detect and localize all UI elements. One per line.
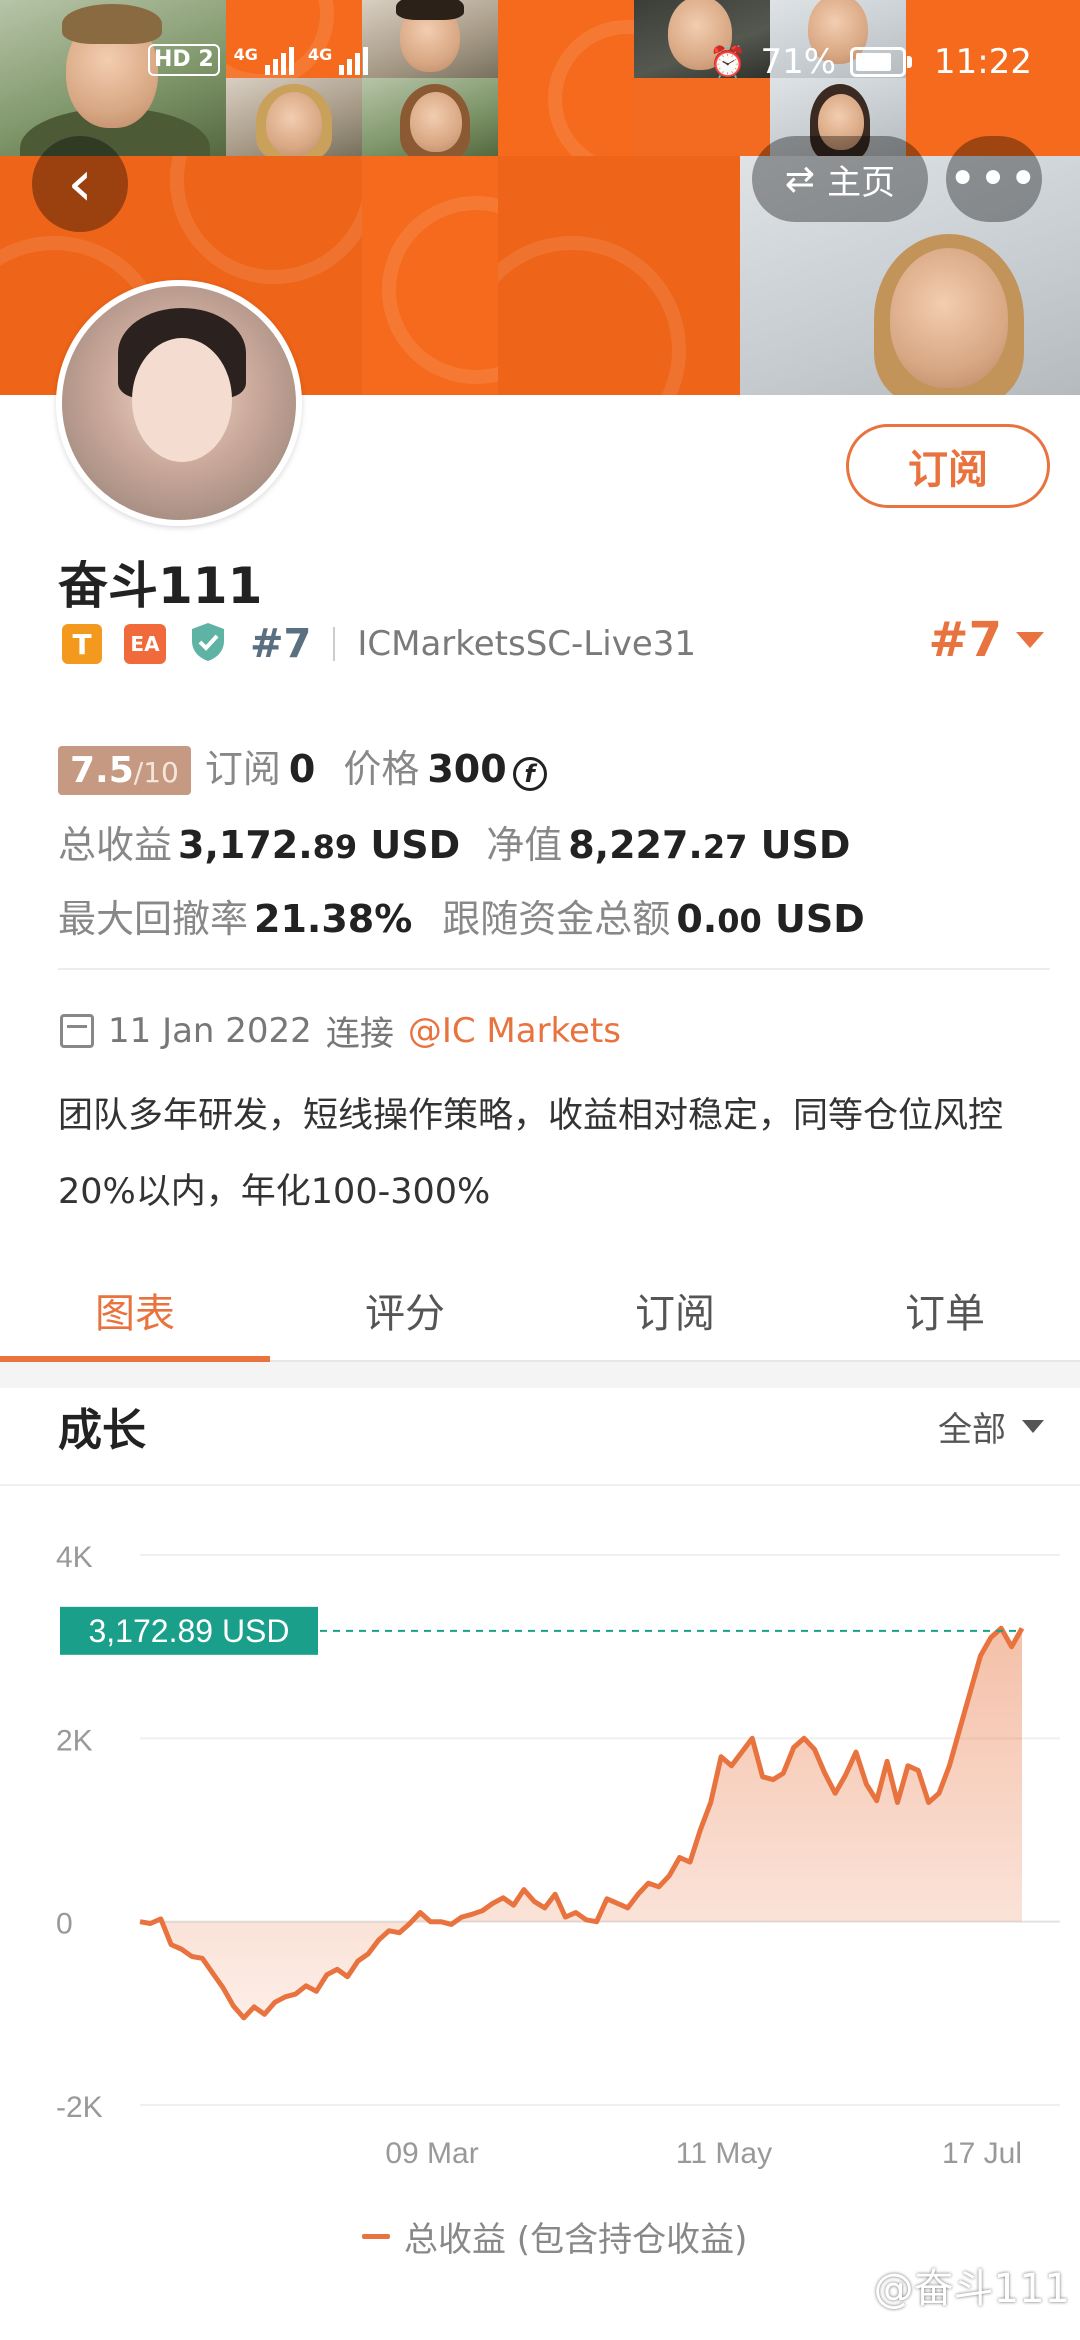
- total-profit-label: 总收益: [58, 823, 173, 867]
- x-tick-label: 17 Jul: [942, 2137, 1022, 2170]
- more-button[interactable]: •••: [946, 136, 1042, 222]
- divider: [0, 1484, 1080, 1486]
- tab-subscription[interactable]: 订阅: [540, 1260, 810, 1360]
- tab-bar: 图表 评分 订阅 订单: [0, 1260, 1080, 1362]
- badge-row: T EA #7 ICMarketsSC-Live31: [62, 621, 696, 667]
- subscribe-button[interactable]: 订阅: [846, 424, 1050, 508]
- legend-swatch: [362, 2234, 390, 2239]
- caret-down-icon: [1022, 1420, 1044, 1433]
- connect-label: 连接: [325, 1014, 394, 1054]
- current-value-label: 3,172.89 USD: [88, 1613, 289, 1649]
- hd-indicator: HD 2: [148, 44, 220, 76]
- home-button[interactable]: ⇄ 主页: [752, 136, 928, 222]
- subscribe-count: 0: [288, 747, 316, 791]
- follow-funds-value: 0.00 USD: [676, 897, 865, 941]
- avatar[interactable]: [56, 280, 302, 526]
- divider: [58, 968, 1050, 970]
- shield-check-icon: [188, 621, 228, 667]
- connection-meta: 11 Jan 2022 连接 @IC Markets: [60, 1006, 621, 1055]
- tab-orders[interactable]: 订单: [810, 1260, 1080, 1360]
- rank-label: #7: [250, 621, 312, 667]
- ea-badge-icon: EA: [124, 624, 166, 664]
- caret-down-icon: [1016, 632, 1044, 648]
- price-label: 价格: [343, 747, 420, 791]
- period-filter-label: 全部: [938, 1410, 1006, 1450]
- rank-value: #7: [928, 612, 1002, 668]
- stats-row-2: 总收益 3,172.89 USD 净值 8,227.27 USD: [58, 814, 1058, 869]
- series-area: [140, 1628, 1022, 2018]
- back-button[interactable]: ‹: [32, 136, 128, 232]
- period-filter[interactable]: 全部: [938, 1402, 1044, 1451]
- server-name: ICMarketsSC-Live31: [357, 624, 696, 664]
- total-profit-value: 3,172.89 USD: [178, 823, 461, 867]
- strategy-description: 团队多年研发，短线操作策略，收益相对稳定，同等仓位风控20%以内，年化100-3…: [58, 1096, 1004, 1212]
- stats-row-1: 7.5/10 订阅 0 价格 300 f: [58, 738, 1058, 795]
- section-separator: [0, 1362, 1080, 1388]
- y-tick-label: -2K: [56, 2091, 103, 2124]
- y-tick-label: 0: [56, 1908, 73, 1941]
- net-value-label: 净值: [486, 823, 563, 867]
- signal-icon: 4G: [308, 45, 369, 75]
- drawdown-label: 最大回撤率: [58, 897, 249, 941]
- banner-tile: [362, 156, 498, 395]
- follow-funds-label: 跟随资金总额: [442, 897, 671, 941]
- y-tick-label: 2K: [56, 1724, 93, 1757]
- chart-legend: 总收益 (包含持仓收益): [362, 2212, 747, 2261]
- net-value: 8,227.27 USD: [568, 823, 851, 867]
- battery-percent: 71%: [760, 42, 837, 82]
- trader-name: 奋斗111: [58, 557, 263, 615]
- stats-row-3: 最大回撤率 21.38% 跟随资金总额 0.00 USD: [58, 888, 1058, 943]
- status-bar: HD 2 4G 4G ⏰ 71% 11:22: [0, 40, 1080, 90]
- y-tick-label: 4K: [56, 1541, 93, 1574]
- chevron-left-icon: ‹: [67, 147, 93, 221]
- home-label: 主页: [827, 162, 896, 203]
- x-tick-label: 09 Mar: [385, 2137, 478, 2170]
- subscribe-count-label: 订阅: [204, 747, 281, 791]
- growth-title: 成长: [58, 1405, 146, 1456]
- tab-chart[interactable]: 图表: [0, 1260, 270, 1362]
- trader-badge-icon: T: [62, 624, 102, 664]
- battery-icon: [850, 47, 913, 77]
- clock: 11:22: [934, 42, 1032, 82]
- alarm-icon: ⏰: [709, 44, 747, 80]
- watermark: @奋斗111: [873, 2266, 1070, 2312]
- legend-label: 总收益 (包含持仓收益): [404, 2220, 748, 2260]
- swap-icon: ⇄: [784, 158, 816, 200]
- price-value: 300: [427, 747, 507, 791]
- coin-icon: f: [512, 757, 547, 791]
- score-badge: 7.5/10: [58, 746, 191, 795]
- rank-dropdown[interactable]: #7: [928, 612, 1044, 668]
- divider: [333, 627, 336, 661]
- connect-date: 11 Jan 2022: [108, 1010, 312, 1051]
- signal-icon: 4G: [234, 45, 294, 75]
- drawdown-value: 21.38%: [254, 897, 413, 941]
- calendar-icon: [60, 1013, 94, 1048]
- growth-chart[interactable]: 4K 2K 0 -2K 09 Mar 11 May 17 Jul 3,172.89 USD: [0, 1500, 1080, 2220]
- more-icon: •••: [948, 151, 1040, 207]
- x-tick-label: 11 May: [676, 2137, 772, 2170]
- banner-tile: [498, 156, 740, 395]
- broker-link[interactable]: @IC Markets: [408, 1011, 621, 1051]
- tab-rating[interactable]: 评分: [270, 1260, 540, 1360]
